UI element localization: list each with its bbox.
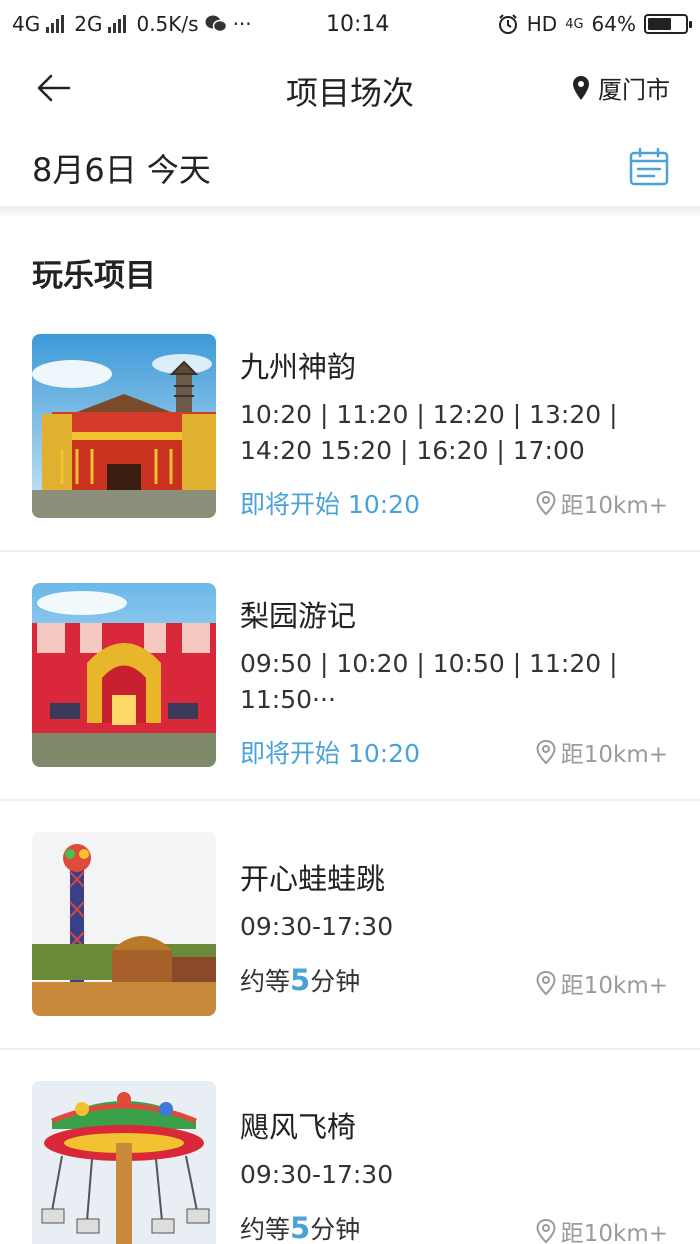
distance-label: 距10km+ xyxy=(560,742,668,768)
wait-minutes: 5 xyxy=(290,1211,311,1244)
network-2g-label: 2G xyxy=(74,12,103,36)
navigation-bar: 项目场次 厦门市 xyxy=(0,48,700,128)
location-outline-icon xyxy=(536,739,556,765)
divider xyxy=(0,550,700,552)
network-small-label: 4G xyxy=(565,16,584,32)
location-outline-icon xyxy=(536,490,556,516)
item-distance: 距10km+ xyxy=(535,735,668,769)
battery-level xyxy=(648,18,671,30)
distance-label: 距10km+ xyxy=(560,1221,668,1244)
item-distance: 距10km+ xyxy=(535,966,668,1000)
calendar-icon xyxy=(629,147,669,186)
item-thumbnail xyxy=(32,1081,216,1244)
city-label: 厦门市 xyxy=(598,76,670,104)
signal-strength-icon-2 xyxy=(108,15,127,33)
divider xyxy=(0,1048,700,1050)
item-wait-time: 约等5分钟 xyxy=(240,1210,360,1244)
more-notifications: ··· xyxy=(232,12,252,36)
item-thumbnail xyxy=(32,583,216,767)
item-distance: 距10km+ xyxy=(535,486,668,520)
location-outline-icon xyxy=(536,1218,556,1244)
calendar-button[interactable] xyxy=(628,146,670,188)
selected-date: 8月6日 今天 xyxy=(32,151,211,189)
alarm-icon xyxy=(498,14,517,34)
item-thumbnail xyxy=(32,832,216,1016)
network-speed: 0.5K/s xyxy=(136,12,199,36)
wait-minutes: 5 xyxy=(290,963,311,997)
item-name: 九州神韵 xyxy=(240,350,357,384)
hd-label: HD xyxy=(526,12,558,36)
item-name: 开心蛙蛙跳 xyxy=(240,862,386,896)
network-4g-label: 4G xyxy=(12,12,41,36)
date-bar-shadow xyxy=(0,206,700,216)
wait-suffix: 分钟 xyxy=(310,1215,361,1244)
arrow-left-icon xyxy=(37,74,71,102)
status-right: HD 4G 64% xyxy=(497,12,692,36)
signal-strength-icon xyxy=(46,15,65,33)
location-pin-icon xyxy=(573,75,589,100)
item-thumbnail xyxy=(32,334,216,518)
status-bar: 4G 2G 0.5K/s ··· 10:14 HD 4G 64% xyxy=(0,0,700,48)
clock: 10:14 xyxy=(326,11,390,37)
item-schedule: 09:50 | 10:20 | 10:50 | 11:20 | 11:50··· xyxy=(240,649,618,714)
item-status: 即将开始 10:20 xyxy=(240,739,420,768)
city-selector[interactable]: 厦门市 xyxy=(572,70,670,105)
item-schedule: 09:30-17:30 xyxy=(240,912,394,941)
item-wait-time: 约等5分钟 xyxy=(240,962,360,998)
wechat-icon xyxy=(205,15,227,33)
item-distance: 距10km+ xyxy=(535,1214,668,1244)
location-outline-icon xyxy=(536,970,556,996)
back-button[interactable] xyxy=(28,66,80,110)
item-schedule: 09:30-17:30 xyxy=(240,1160,394,1189)
item-name: 梨园游记 xyxy=(240,599,357,633)
distance-label: 距10km+ xyxy=(560,493,668,519)
item-status: 即将开始 10:20 xyxy=(240,490,420,519)
status-left: 4G 2G 0.5K/s ··· xyxy=(12,12,302,36)
section-title: 玩乐项目 xyxy=(32,258,156,294)
date-bar: 8月6日 今天 xyxy=(0,128,700,208)
battery-icon xyxy=(644,14,692,34)
item-schedule: 10:20 | 11:20 | 12:20 | 13:20 | 14:20 15… xyxy=(240,400,618,465)
distance-label: 距10km+ xyxy=(560,973,668,999)
wait-prefix: 约等 xyxy=(240,967,291,996)
item-name: 飓风飞椅 xyxy=(240,1110,357,1144)
wait-suffix: 分钟 xyxy=(310,967,361,996)
wait-prefix: 约等 xyxy=(240,1215,291,1244)
divider xyxy=(0,799,700,801)
battery-percent: 64% xyxy=(591,12,636,36)
